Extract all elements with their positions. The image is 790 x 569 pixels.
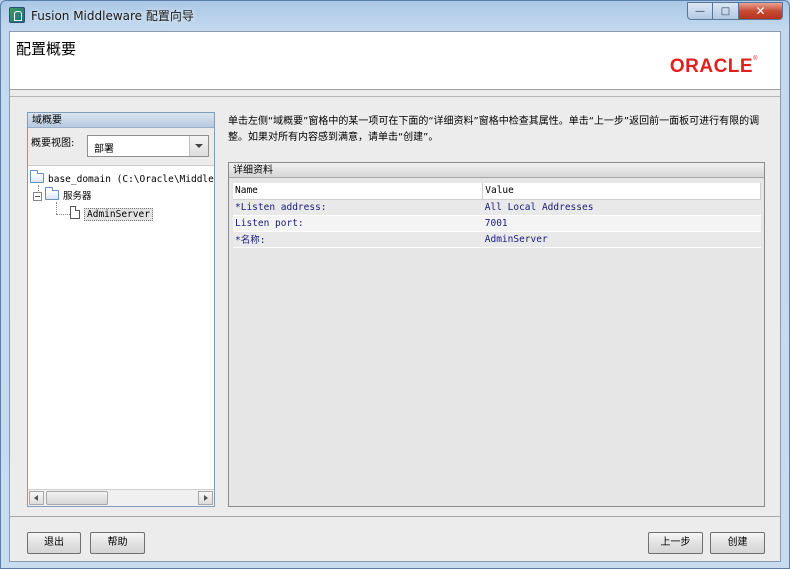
minimize-button[interactable]: — (687, 2, 713, 20)
maximize-button[interactable]: □ (713, 2, 739, 20)
maximize-icon: □ (720, 5, 731, 17)
summary-view-select[interactable]: 部署 (87, 135, 209, 157)
create-button[interactable]: 创建 (710, 532, 765, 554)
row-name: Listen port: (233, 215, 483, 232)
tree-node-servers-label: 服务器 (63, 191, 92, 202)
window-title: Fusion Middleware 配置向导 (31, 9, 194, 23)
minimize-icon: — (695, 5, 705, 17)
tree-node-domain[interactable]: base_domain (C:\Oracle\Middleware\user_p… (30, 170, 214, 188)
close-icon: ✕ (755, 4, 766, 18)
app-icon (9, 7, 25, 23)
footer-divider (10, 516, 780, 517)
page-header: 配置概要 ORACLE® (10, 32, 780, 90)
summary-view-value: 部署 (94, 144, 114, 155)
details-panel: 详细资料 Name Value *Listen address: All Loc… (228, 162, 765, 507)
summary-view-label: 概要视图: (31, 138, 75, 149)
document-icon (70, 206, 80, 219)
tree-connector (56, 214, 70, 215)
scroll-left-icon[interactable] (29, 491, 44, 505)
back-button[interactable]: 上一步 (648, 532, 703, 554)
row-value: All Local Addresses (482, 199, 761, 216)
row-name: *名称: (233, 231, 483, 248)
window-controls: — □ ✕ (687, 2, 783, 20)
title-bar[interactable]: Fusion Middleware 配置向导 — □ ✕ (1, 1, 789, 29)
scroll-right-icon[interactable] (198, 491, 213, 505)
details-table: Name Value *Listen address: All Local Ad… (233, 183, 761, 248)
application-window: Fusion Middleware 配置向导 — □ ✕ 配置概要 ORACLE… (0, 0, 790, 569)
page-title: 配置概要 (16, 40, 77, 58)
exit-button[interactable]: 退出 (27, 532, 81, 554)
domain-summary-title: 域概要 (28, 113, 214, 128)
folder-icon (45, 187, 59, 200)
wizard-client-area: 配置概要 ORACLE® 域概要 概要视图: 部署 base_domain (C… (9, 31, 781, 562)
scroll-thumb[interactable] (46, 491, 108, 505)
table-header-row: Name Value (233, 183, 761, 200)
tree-node-domain-label: base_domain (C:\Oracle\Middleware\user_p… (48, 174, 214, 185)
row-value: 7001 (482, 215, 761, 232)
column-header-value[interactable]: Value (482, 183, 761, 200)
row-value: AdminServer (482, 231, 761, 248)
domain-summary-panel: 域概要 概要视图: 部署 base_domain (C:\Oracle\Midd… (27, 112, 215, 507)
folder-icon (30, 170, 44, 183)
collapse-icon[interactable]: − (33, 192, 42, 201)
tree-node-adminserver[interactable]: AdminServer (70, 206, 153, 222)
instructions-text: 单击左侧“域概要”窗格中的某一项可在下面的“详细资料”窗格中检查其属性。单击“上… (228, 116, 760, 143)
help-button[interactable]: 帮助 (90, 532, 145, 554)
close-button[interactable]: ✕ (739, 2, 783, 20)
table-row[interactable]: *名称: AdminServer (233, 231, 761, 248)
tree-connector (56, 202, 57, 214)
table-row[interactable]: *Listen address: All Local Addresses (233, 199, 761, 216)
tree-node-servers[interactable]: − 服务器 (33, 187, 92, 205)
oracle-logo: ORACLE® (669, 56, 758, 77)
details-title: 详细资料 (229, 163, 764, 178)
row-name: *Listen address: (233, 199, 483, 216)
chevron-down-icon[interactable] (189, 136, 208, 156)
domain-tree[interactable]: base_domain (C:\Oracle\Middleware\user_p… (28, 165, 214, 489)
tree-horizontal-scrollbar[interactable] (28, 489, 214, 506)
tree-node-adminserver-label: AdminServer (84, 208, 153, 221)
column-header-name[interactable]: Name (233, 183, 484, 200)
table-row[interactable]: Listen port: 7001 (233, 215, 761, 232)
